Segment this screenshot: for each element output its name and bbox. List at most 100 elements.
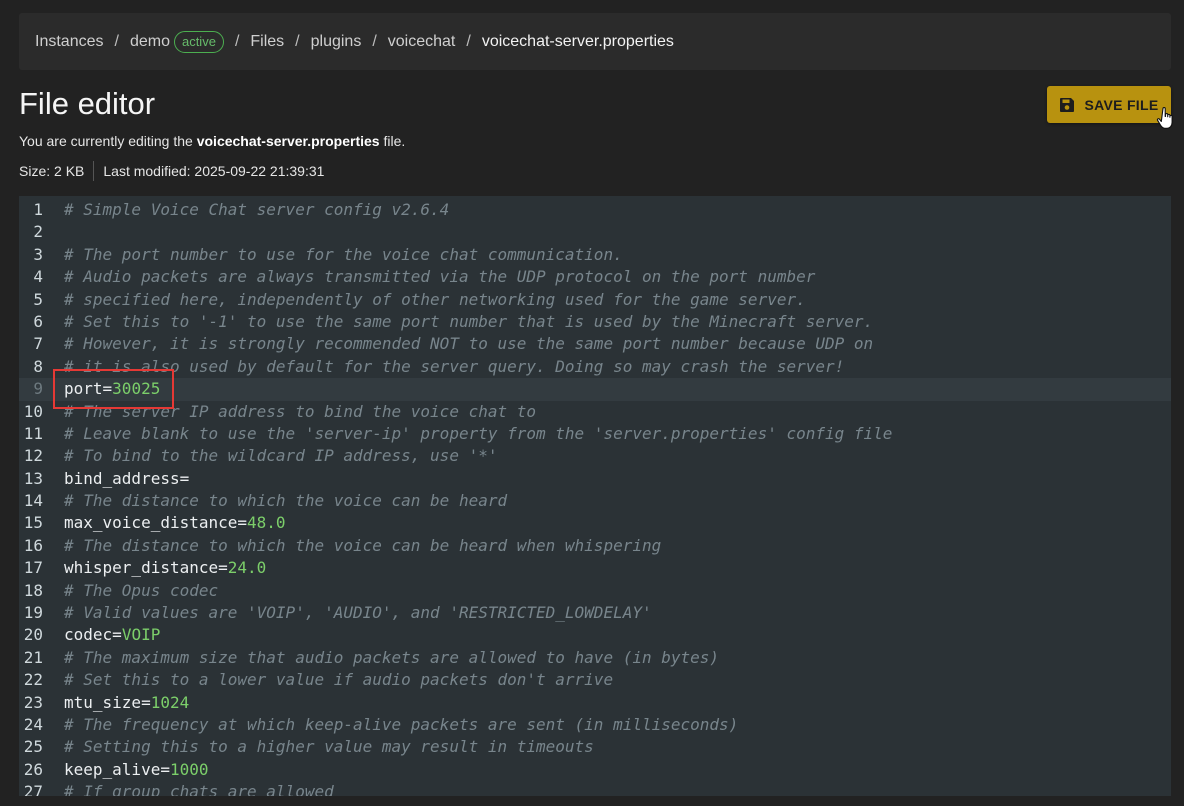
code-line[interactable]: 25 # Setting this to a higher value may r… <box>19 736 1171 758</box>
line-number: 10 <box>23 401 43 421</box>
breadcrumb-current-file: voicechat-server.properties <box>481 32 674 50</box>
code-line[interactable]: 1 # Simple Voice Chat server config v2.6.… <box>19 199 1171 221</box>
line-content: whisper_distance=24.0 <box>64 557 266 579</box>
line-number: 6 <box>33 311 43 331</box>
equals-sign: = <box>112 625 122 645</box>
comment-text: # Set this to '-1' to use the same port … <box>64 311 874 331</box>
line-number: 26 <box>23 759 43 779</box>
line-number: 20 <box>23 625 43 645</box>
code-line[interactable]: 27 # If group chats are allowed <box>19 781 1171 796</box>
line-number: 9 <box>33 379 43 399</box>
line-number: 13 <box>23 468 43 488</box>
code-line[interactable]: 22 # Set this to a lower value if audio p… <box>19 669 1171 691</box>
property-key: max_voice_distance <box>64 513 238 533</box>
line-content: # The distance to which the voice can be… <box>64 535 661 557</box>
property-value: VOIP <box>121 625 161 645</box>
line-content: # specified here, independently of other… <box>64 289 806 311</box>
code-line[interactable]: 6 # Set this to '-1' to use the same port… <box>19 311 1171 333</box>
line-content: # Audio packets are always transmitted v… <box>64 266 815 288</box>
line-number: 4 <box>33 267 43 287</box>
breadcrumb: Instances / demo active / Files / plugin… <box>19 13 1171 70</box>
comment-text: # The distance to which the voice can be… <box>64 535 662 555</box>
comment-text: # The frequency at which keep-alive pack… <box>64 714 739 734</box>
property-key: codec <box>64 625 113 645</box>
line-number: 25 <box>23 737 43 757</box>
property-value: 1024 <box>150 692 190 712</box>
page-title: File editor <box>19 86 156 121</box>
property-key: port <box>64 379 103 399</box>
code-line[interactable]: 20 codec=VOIP <box>19 624 1171 646</box>
breadcrumb-files[interactable]: Files <box>250 33 284 51</box>
property-key: keep_alive <box>64 759 161 779</box>
editing-suffix: file. <box>379 133 406 149</box>
line-content: bind_address= <box>64 468 189 490</box>
equals-sign: = <box>237 513 248 533</box>
line-number: 3 <box>33 244 43 264</box>
line-number: 24 <box>23 714 43 734</box>
code-line[interactable]: 15 max_voice_distance=48.0 <box>19 512 1171 534</box>
comment-text: # Set this to a lower value if audio pac… <box>64 670 614 690</box>
property-key: bind_address <box>64 468 180 488</box>
property-value: 30025 <box>112 379 161 399</box>
property-key: whisper_distance <box>64 558 219 578</box>
code-line[interactable]: 14 # The distance to which the voice can … <box>19 490 1171 512</box>
comment-text: # Leave blank to use the 'server-ip' pro… <box>64 423 893 443</box>
code-line[interactable]: 5 # specified here, independently of othe… <box>19 289 1171 311</box>
line-number: 23 <box>23 692 43 712</box>
comment-text: # However, it is strongly recommended NO… <box>64 334 874 354</box>
line-number: 17 <box>23 558 43 578</box>
file-size: Size: 2 KB <box>19 163 85 179</box>
line-content: keep_alive=1000 <box>64 759 209 781</box>
line-content: # The frequency at which keep-alive pack… <box>64 714 738 736</box>
code-line[interactable]: 19 # Valid values are 'VOIP', 'AUDIO', an… <box>19 602 1171 624</box>
line-content: # The server IP address to bind the voic… <box>64 401 536 423</box>
last-modified: Last modified: 2025-09-22 21:39:31 <box>103 163 325 179</box>
property-key: mtu_size <box>64 692 142 712</box>
comment-text: # Setting this to a higher value may res… <box>64 737 594 757</box>
line-number: 12 <box>23 446 43 466</box>
code-line[interactable]: 3 # The port number to use for the voice … <box>19 244 1171 266</box>
code-line[interactable]: 16 # The distance to which the voice can … <box>19 535 1171 557</box>
code-line[interactable]: 8 # it is also used by default for the se… <box>19 356 1171 378</box>
code-line[interactable]: 4 # Audio packets are always transmitted … <box>19 266 1171 288</box>
code-line[interactable]: 7 # However, it is strongly recommended N… <box>19 333 1171 355</box>
line-content: codec=VOIP <box>64 624 160 646</box>
equals-sign: = <box>141 692 151 712</box>
breadcrumb-demo[interactable]: demo <box>130 33 170 51</box>
breadcrumb-instances[interactable]: Instances <box>35 33 103 51</box>
breadcrumb-separator: / <box>234 32 240 50</box>
code-line[interactable]: 26 keep_alive=1000 <box>19 759 1171 781</box>
editing-prefix: You are currently editing the <box>19 133 197 149</box>
line-number: 22 <box>23 670 43 690</box>
code-line[interactable]: 12 # To bind to the wildcard IP address, … <box>19 445 1171 467</box>
code-editor[interactable]: 1 # Simple Voice Chat server config v2.6.… <box>19 196 1171 796</box>
code-line[interactable]: 17 whisper_distance=24.0 <box>19 557 1171 579</box>
line-number: 5 <box>33 289 43 309</box>
code-line[interactable]: 13 bind_address= <box>19 468 1171 490</box>
save-file-button[interactable]: SAVE FILE <box>1047 86 1171 123</box>
line-content: # The distance to which the voice can be… <box>64 490 507 512</box>
code-line[interactable]: 9 port=30025 <box>19 378 1171 401</box>
comment-text: # Audio packets are always transmitted v… <box>64 267 816 287</box>
line-content: # The port number to use for the voice c… <box>64 244 623 266</box>
status-badge: active <box>173 30 224 53</box>
code-line[interactable]: 10 # The server IP address to bind the vo… <box>19 401 1171 423</box>
line-number: 8 <box>33 356 43 376</box>
breadcrumb-voicechat[interactable]: voicechat <box>388 33 456 51</box>
breadcrumb-separator: / <box>372 32 377 50</box>
code-line[interactable]: 23 mtu_size=1024 <box>19 692 1171 714</box>
line-number: 15 <box>23 513 43 533</box>
line-content: port=30025 <box>64 378 160 400</box>
code-line[interactable]: 18 # The Opus codec <box>19 580 1171 602</box>
equals-sign: = <box>102 379 113 399</box>
breadcrumb-plugins[interactable]: plugins <box>311 33 362 51</box>
code-line[interactable]: 24 # The frequency at which keep-alive pa… <box>19 714 1171 736</box>
comment-text: # The Opus codec <box>64 580 219 600</box>
line-number: 19 <box>23 603 43 623</box>
code-line[interactable]: 2 <box>19 221 1171 243</box>
editing-file-name: voicechat-server.properties <box>196 133 380 149</box>
code-line[interactable]: 21 # The maximum size that audio packets … <box>19 647 1171 669</box>
comment-text: # The distance to which the voice can be… <box>64 491 508 511</box>
property-value: 24.0 <box>227 558 267 578</box>
code-line[interactable]: 11 # Leave blank to use the 'server-ip' p… <box>19 423 1171 445</box>
